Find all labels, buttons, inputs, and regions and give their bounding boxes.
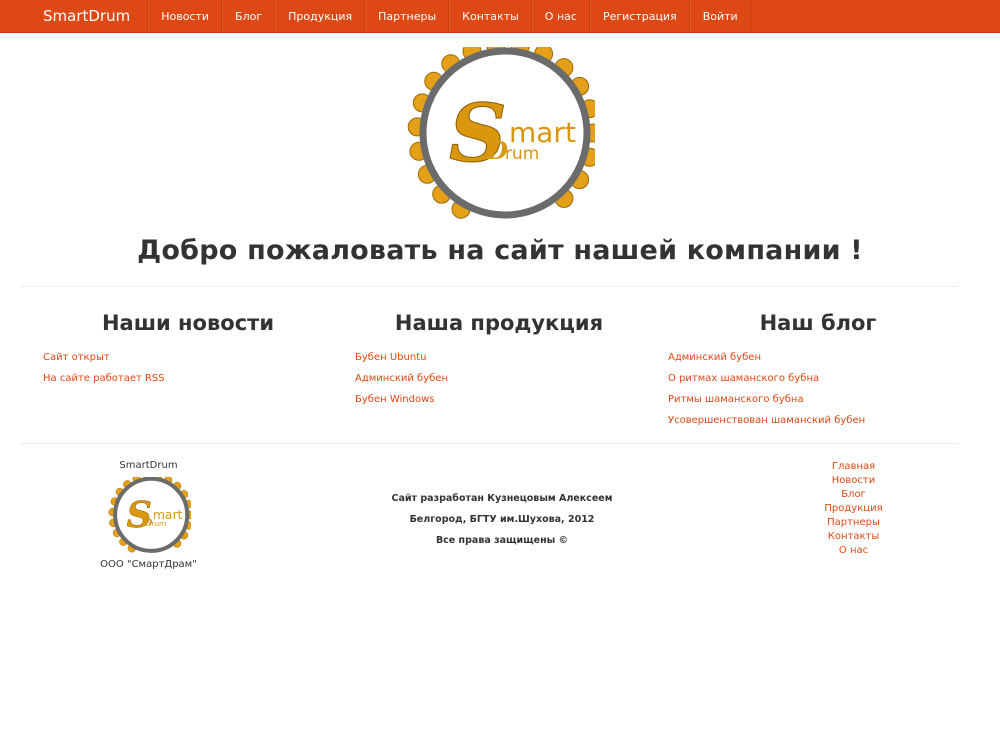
nav-item-news[interactable]: Новости	[148, 0, 223, 32]
credits-line: Белгород, БГТУ им.Шухова, 2012	[409, 514, 595, 525]
news-link[interactable]: Сайт открыт	[43, 347, 355, 368]
nav-item-products[interactable]: Продукция	[275, 0, 366, 32]
footer-logo: S mart D rum	[107, 477, 191, 553]
page-title: Добро пожаловать на сайт нашей компании …	[137, 235, 863, 266]
footer-link-contacts[interactable]: Контакты	[707, 530, 1000, 544]
main-nav: Новости Блог Продукция Партнеры Контакты…	[147, 0, 751, 32]
logo-letter-s: S	[449, 86, 507, 180]
blog-link[interactable]: Усовершенствован шаманский бубен	[668, 410, 981, 431]
footer-link-about[interactable]: О нас	[707, 544, 1000, 558]
credits-line: Сайт разработан Кузнецовым Алексеем	[391, 493, 613, 504]
footer-legal-name: ООО "СмартДрам"	[100, 559, 197, 570]
footer-links: Главная Новости Блог Продукция Партнеры …	[707, 444, 1000, 584]
news-link[interactable]: На сайте работает RSS	[43, 368, 355, 389]
logo-letter-s: S	[126, 495, 151, 536]
nav-item-login[interactable]: Войти	[689, 0, 751, 32]
news-heading: Наши новости	[101, 311, 275, 335]
blog-link[interactable]: О ритмах шаманского бубна	[668, 368, 981, 389]
footer-link-news[interactable]: Новости	[707, 474, 1000, 488]
content-columns: Наши новости Сайт открыт На сайте работа…	[0, 287, 1000, 443]
blog-column: Наш блог Админский бубен О ритмах шаманс…	[668, 287, 981, 443]
products-heading: Наша продукция	[394, 311, 604, 335]
product-link[interactable]: Админский бубен	[355, 368, 668, 389]
nav-item-contacts[interactable]: Контакты	[449, 0, 532, 32]
blog-heading: Наш блог	[759, 311, 877, 335]
footer: SmartDrum S mart D rum ООО "СмартДрам" С…	[0, 444, 1000, 584]
logo-word-rum: rum	[151, 519, 166, 528]
footer-link-products[interactable]: Продукция	[707, 502, 1000, 516]
product-link[interactable]: Бубен Windows	[355, 389, 668, 410]
footer-link-home[interactable]: Главная	[707, 460, 1000, 474]
footer-credits: Сайт разработан Кузнецовым Алексеем Белг…	[297, 444, 707, 584]
nav-item-partners[interactable]: Партнеры	[365, 0, 450, 32]
brand-link[interactable]: SmartDrum	[0, 0, 147, 32]
footer-company-name: SmartDrum	[119, 460, 178, 471]
nav-item-register[interactable]: Регистрация	[589, 0, 690, 32]
top-navbar: SmartDrum Новости Блог Продукция Партнер…	[0, 0, 1000, 33]
nav-item-about[interactable]: О нас	[531, 0, 590, 32]
products-column: Наша продукция Бубен Ubuntu Админский бу…	[355, 287, 668, 443]
blog-link[interactable]: Ритмы шаманского бубна	[668, 389, 981, 410]
credits-line: Все права защищены ©	[435, 535, 569, 546]
blog-link[interactable]: Админский бубен	[668, 347, 981, 368]
footer-link-blog[interactable]: Блог	[707, 488, 1000, 502]
footer-company: SmartDrum S mart D rum ООО "СмартДрам"	[0, 444, 297, 584]
hero: S mart D rum Добро пожаловать на сайт на…	[0, 47, 1000, 266]
product-link[interactable]: Бубен Ubuntu	[355, 347, 668, 368]
news-column: Наши новости Сайт открыт На сайте работа…	[43, 287, 355, 443]
smartdrum-logo: S mart D rum	[407, 47, 595, 219]
footer-link-partners[interactable]: Партнеры	[707, 516, 1000, 530]
nav-item-blog[interactable]: Блог	[222, 0, 276, 32]
logo-word-rum: rum	[505, 144, 539, 164]
